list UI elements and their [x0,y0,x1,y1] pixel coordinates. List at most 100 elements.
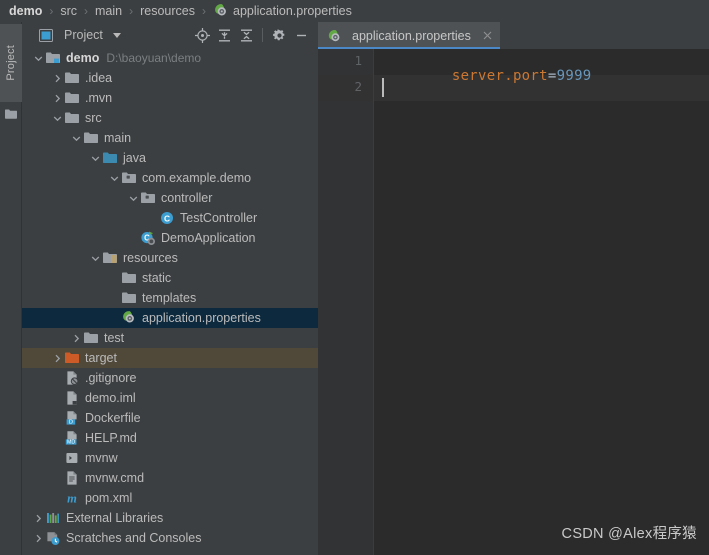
chevron-right-icon[interactable] [32,528,45,548]
folder-icon [5,106,17,119]
project-panel-toolbar: Project [22,22,318,48]
tree-node-demo-iml[interactable]: demo.iml [22,388,318,408]
chevron-down-icon[interactable] [89,248,102,268]
tree-node-src[interactable]: src [22,108,318,128]
editor-tab-bar: application.properties [318,22,709,49]
tree-node-main[interactable]: main [22,128,318,148]
resources-folder-icon [102,250,118,266]
project-tool-window: Project demo D:\baoyuan\demo .idea .mvn … [22,22,318,555]
watermark: CSDN @Alex程序猿 [561,526,697,542]
tree-node-label: application.properties [142,311,261,325]
locate-icon[interactable] [191,24,213,46]
svg-text:m: m [67,491,77,505]
tree-node-test[interactable]: test [22,328,318,348]
editor-tab-application-properties[interactable]: application.properties [318,22,500,49]
chevron-down-icon[interactable] [89,148,102,168]
chevron-down-icon[interactable] [108,168,121,188]
tree-node-static[interactable]: static [22,268,318,288]
editor-gutter[interactable] [318,49,373,555]
tree-node-testcontroller[interactable]: C TestController [22,208,318,228]
close-icon[interactable] [481,29,494,42]
line-number: 1 [354,53,362,68]
chevron-right-icon[interactable] [51,88,64,108]
module-folder-icon [45,50,61,66]
tree-node--idea[interactable]: .idea [22,68,318,88]
tree-node--mvn[interactable]: .mvn [22,88,318,108]
tree-node-label: java [123,151,146,165]
tree-node-demo[interactable]: demo D:\baoyuan\demo [22,48,318,68]
tree-node--gitignore[interactable]: .gitignore [22,368,318,388]
breadcrumb-item-label: demo [9,4,43,18]
tree-node-demoapplication[interactable]: C DemoApplication [22,228,318,248]
project-panel-toolbar-buttons [191,24,318,46]
line-number: 2 [354,79,362,94]
tree-node-mvnw[interactable]: mvnw [22,448,318,468]
chevron-right-icon[interactable] [51,348,64,368]
properties-file-icon [326,28,342,44]
tree-node-label: static [142,271,172,285]
chevron-down-icon[interactable] [70,128,83,148]
tree-node-label: demo.iml [85,391,136,405]
breadcrumb-item-demo[interactable]: demo [8,0,43,22]
project-panel-title-label: Project [64,28,103,42]
tree-node-dockerfile[interactable]: D Dockerfile [22,408,318,428]
minimize-icon[interactable] [290,24,312,46]
tree-node-templates[interactable]: templates [22,288,318,308]
chevron-down-icon[interactable] [51,108,64,128]
external-libraries-icon [45,510,61,526]
editor-tab-label: application.properties [352,28,471,43]
collapse-all-icon[interactable] [235,24,257,46]
breadcrumb-item-src[interactable]: src [59,0,78,22]
properties-file-icon [121,310,137,326]
breadcrumb-item-application-properties[interactable]: application.properties [212,0,353,22]
folder-icon [121,290,137,306]
stripe-project-label: Project [5,45,17,81]
text-caret [382,78,384,97]
editor-area: application.properties 1 2 server.port=9… [318,22,709,555]
tree-node-label: DemoApplication [161,231,256,245]
tree-node-com-example-demo[interactable]: com.example.demo [22,168,318,188]
chevron-right-icon[interactable] [32,508,45,528]
tree-node-label: External Libraries [66,511,164,525]
code-editor[interactable]: 1 2 server.port=9999 [318,49,709,555]
tree-node-scratches-and-consoles[interactable]: Scratches and Consoles [22,528,318,548]
tree-node-pom-xml[interactable]: m pom.xml [22,488,318,508]
cmd-file-icon [64,470,80,486]
breadcrumb-item-resources[interactable]: resources [139,0,196,22]
breadcrumb-separator: › [84,4,89,18]
stripe-button-project[interactable]: Project [0,24,22,102]
project-panel-title[interactable]: Project [22,27,121,43]
gutter-divider [373,49,374,555]
tree-node-help-md[interactable]: MD HELP.md [22,428,318,448]
svg-text:D: D [69,420,73,426]
tree-node-external-libraries[interactable]: External Libraries [22,508,318,528]
tree-node-resources[interactable]: resources [22,248,318,268]
toolbar-divider [262,28,263,42]
project-tree[interactable]: demo D:\baoyuan\demo .idea .mvn src main java c… [22,48,318,555]
tool-window-stripe-left: Project [0,22,22,555]
chevron-right-icon[interactable] [70,328,83,348]
chevron-down-icon[interactable] [112,32,121,38]
breadcrumb-item-label: src [60,4,78,18]
breadcrumb-separator: › [202,4,206,18]
tree-node-application-properties[interactable]: application.properties [22,308,318,328]
tree-node-mvnw-cmd[interactable]: mvnw.cmd [22,468,318,488]
tree-node-label: main [104,131,132,145]
tree-node-controller[interactable]: controller [22,188,318,208]
chevron-down-icon[interactable] [127,188,140,208]
tree-node-target[interactable]: target [22,348,318,368]
gear-icon[interactable] [268,24,290,46]
code-line-1: server.port=9999 [382,52,592,100]
expand-all-icon[interactable] [213,24,235,46]
chevron-down-icon[interactable] [32,48,45,68]
chevron-right-icon[interactable] [51,68,64,88]
tree-node-java[interactable]: java [22,148,318,168]
folder-icon [64,90,80,106]
maven-pom-icon: m [64,490,80,506]
breadcrumb-item-main[interactable]: main [94,0,123,22]
